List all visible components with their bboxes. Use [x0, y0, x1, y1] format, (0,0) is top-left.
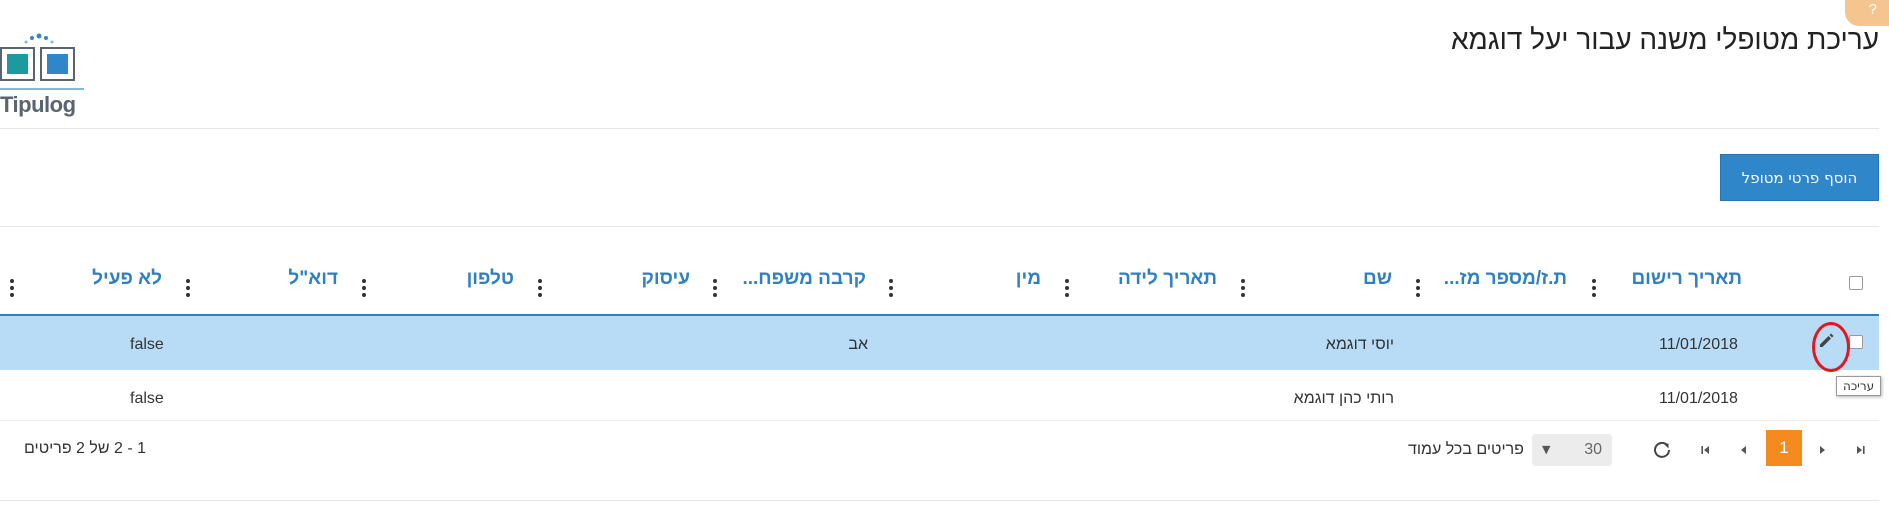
- next-arrow-icon: [1820, 446, 1825, 454]
- tipulog-logo: Tipulog: [0, 18, 90, 117]
- help-button[interactable]: ?: [1845, 0, 1889, 26]
- pager-info: 1 - 2 של 2 פריטים: [24, 440, 147, 457]
- divider: [0, 420, 1879, 421]
- column-menu-icon[interactable]: [537, 279, 543, 299]
- cell-inactive: false: [130, 390, 164, 407]
- column-header-phone[interactable]: טלפון: [467, 268, 514, 290]
- logo-graphic: [0, 33, 84, 90]
- row-checkbox[interactable]: [1849, 335, 1863, 349]
- column-header-family-relation[interactable]: קרבה משפח...: [742, 268, 866, 290]
- per-page-label: פריטים בכל עמוד: [1408, 441, 1524, 458]
- current-page-button[interactable]: 1: [1766, 430, 1802, 466]
- cell-registration-date: 11/01/2018: [1659, 390, 1738, 407]
- column-header-occupation[interactable]: עיסוק: [641, 268, 690, 290]
- column-menu-icon[interactable]: [1064, 279, 1070, 299]
- column-header-inactive[interactable]: לא פעיל: [92, 268, 162, 290]
- cell-inactive: false: [130, 336, 164, 353]
- table-row[interactable]: [0, 316, 1879, 370]
- previous-page-button[interactable]: [1810, 436, 1834, 464]
- divider: [0, 500, 1879, 501]
- divider: [0, 226, 1879, 227]
- select-all-checkbox[interactable]: [1849, 276, 1863, 290]
- column-menu-icon[interactable]: [888, 279, 894, 299]
- column-menu-icon[interactable]: [185, 279, 191, 299]
- column-menu-icon[interactable]: [1415, 279, 1421, 299]
- next-page-button[interactable]: [1732, 436, 1756, 464]
- column-header-email[interactable]: דוא"ל: [288, 268, 338, 290]
- refresh-icon: [1654, 441, 1670, 458]
- cell-name: רותי כהן דוגמא: [1293, 390, 1394, 407]
- column-header-id-number[interactable]: ת.ז/מספר מז...: [1444, 268, 1567, 290]
- column-menu-icon[interactable]: [1591, 279, 1597, 299]
- first-page-icon: [1857, 446, 1865, 454]
- previous-arrow-icon: [1741, 446, 1746, 454]
- column-menu-icon[interactable]: [1240, 279, 1246, 299]
- edit-highlight-circle: [1812, 322, 1850, 372]
- cell-name: יוסי דוגמא: [1325, 336, 1394, 353]
- page-size-value: 30: [1584, 441, 1602, 458]
- column-header-name[interactable]: שם: [1363, 268, 1392, 290]
- add-patient-button[interactable]: הוסף פרטי מטופל: [1720, 154, 1879, 201]
- logo-text: Tipulog: [0, 92, 76, 117]
- column-header-gender[interactable]: מין: [1016, 268, 1041, 290]
- column-menu-icon[interactable]: [361, 279, 367, 299]
- column-menu-icon[interactable]: [9, 279, 15, 299]
- last-page-icon: [1701, 446, 1709, 454]
- page-title: עריכת מטופלי משנה עבור יעל דוגמא: [1450, 24, 1879, 55]
- column-header-birth-date[interactable]: תאריך לידה: [1118, 268, 1217, 290]
- table-row[interactable]: [0, 371, 1879, 425]
- column-header-registration-date[interactable]: תאריך רישום: [1631, 268, 1742, 290]
- divider: [0, 128, 1879, 129]
- refresh-button[interactable]: [1648, 436, 1676, 464]
- first-page-button[interactable]: [1848, 436, 1872, 464]
- column-menu-icon[interactable]: [712, 279, 718, 299]
- cell-family-relation: אב: [848, 336, 868, 353]
- chevron-down-icon: ▼: [1542, 443, 1551, 456]
- edit-tooltip: עריכה: [1836, 376, 1882, 396]
- page-size-select[interactable]: 30 ▼: [1532, 434, 1612, 466]
- last-page-button[interactable]: [1694, 436, 1718, 464]
- cell-registration-date: 11/01/2018: [1659, 336, 1738, 353]
- question-icon: ?: [1868, 1, 1877, 18]
